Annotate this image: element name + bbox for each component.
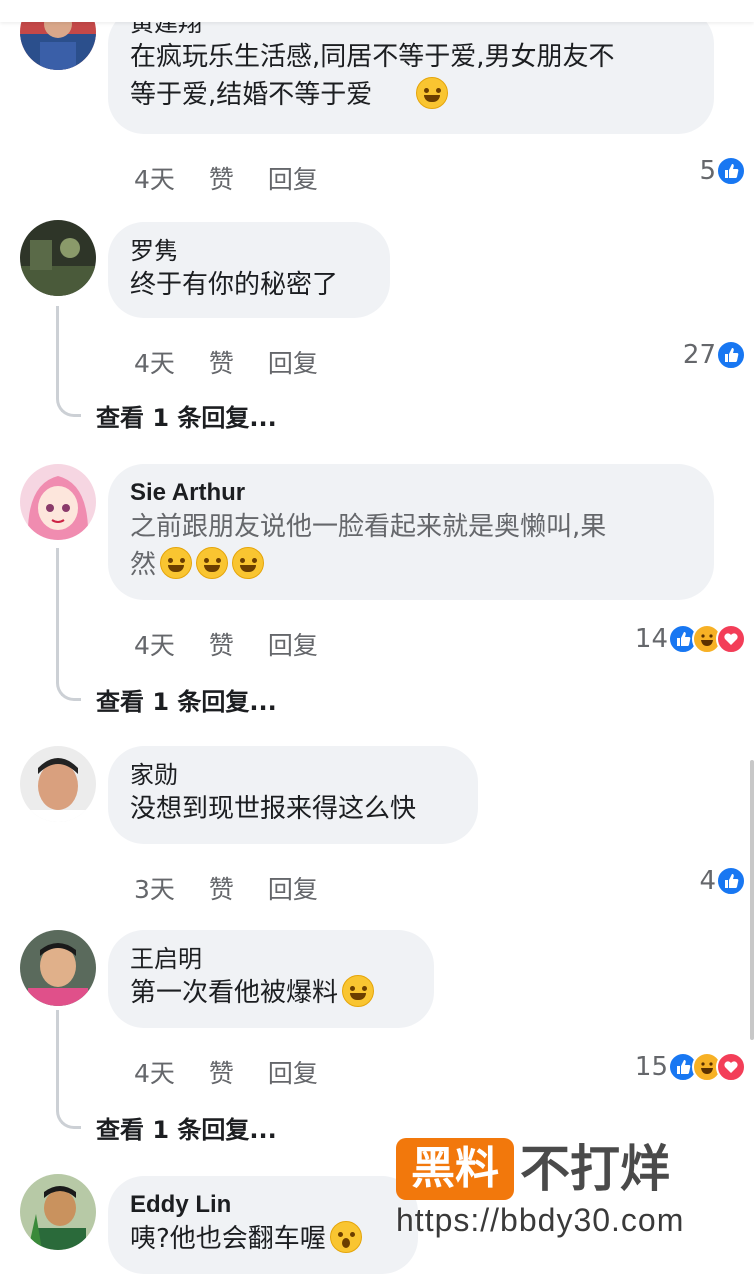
comment-author[interactable]: 王启明 xyxy=(130,944,410,974)
top-bar xyxy=(0,0,754,22)
comment-actions: 4天 赞 回复 xyxy=(134,344,318,380)
reaction-summary[interactable]: 14 xyxy=(635,624,746,654)
comment-bubble: 家勋 没想到现世报来得这么快 xyxy=(108,746,478,844)
reply-button[interactable]: 回复 xyxy=(268,870,318,906)
comment-time: 4天 xyxy=(134,631,175,660)
reaction-count: 15 xyxy=(634,1052,668,1082)
reaction-count: 14 xyxy=(634,624,668,654)
comment-text-line: 咦?他也会翻车喔 xyxy=(130,1224,326,1254)
comment-time: 4天 xyxy=(134,165,175,194)
reaction-summary[interactable]: 15 xyxy=(635,1052,746,1082)
reaction-count: 5 xyxy=(699,156,716,186)
love-reaction-icon xyxy=(716,624,746,654)
scrollbar[interactable] xyxy=(750,760,754,1040)
comment-actions: 4天 赞 回复 xyxy=(134,1054,318,1090)
comment-time: 4天 xyxy=(134,349,175,378)
comment-actions: 4天 赞 回复 xyxy=(134,626,318,662)
comment-time: 4天 xyxy=(134,1059,175,1088)
comment-bubble: 罗隽 终于有你的秘密了 xyxy=(108,222,390,318)
comment-text-line: 没想到现世报来得这么快 xyxy=(130,794,417,824)
reaction-summary[interactable]: 4 xyxy=(699,866,746,896)
reaction-count: 4 xyxy=(699,866,716,896)
like-button[interactable]: 赞 xyxy=(209,160,234,196)
watermark-badge: 黑料 xyxy=(396,1138,514,1200)
view-replies-link[interactable]: 查看 1 条回复... xyxy=(96,398,277,433)
astonished-face-emoji-icon xyxy=(329,1221,362,1253)
like-button[interactable]: 赞 xyxy=(209,870,234,906)
view-replies-link[interactable]: 查看 1 条回复... xyxy=(96,1110,277,1145)
avatar[interactable] xyxy=(20,464,96,540)
like-button[interactable]: 赞 xyxy=(209,344,234,380)
comment-text-line: 终于有你的秘密了 xyxy=(130,270,339,300)
watermark: 黑料 不打烊 https://bbdy30.com xyxy=(396,1138,726,1248)
like-button[interactable]: 赞 xyxy=(209,1054,234,1090)
comment-bubble: Eddy Lin 咦?他也会翻车喔 xyxy=(108,1176,418,1274)
avatar[interactable] xyxy=(20,1174,96,1250)
rofl-emoji-icon xyxy=(196,547,229,579)
comment-text-line: 之前跟朋友说他一脸看起来就是奥懒叫,果 xyxy=(130,512,607,542)
comment-bubble: Sie Arthur 之前跟朋友说他一脸看起来就是奥懒叫,果 然 xyxy=(108,464,714,600)
reaction-summary[interactable]: 27 xyxy=(683,340,746,370)
reply-thread-line xyxy=(56,1010,81,1129)
comment-bubble: 黄建翔 在疯玩乐生活感,同居不等于爱,男女朋友不 等于爱,结婚不等于爱 xyxy=(108,8,714,134)
comment-actions: 3天 赞 回复 xyxy=(134,870,318,906)
like-reaction-icon xyxy=(716,340,746,370)
comment-text-line: 在疯玩乐生活感,同居不等于爱,男女朋友不 xyxy=(130,42,615,72)
reply-button[interactable]: 回复 xyxy=(268,344,318,380)
love-reaction-icon xyxy=(716,1052,746,1082)
comment-text-line: 等于爱,结婚不等于爱 xyxy=(130,80,373,110)
comment-text-line: 然 xyxy=(130,550,157,580)
rofl-emoji-icon xyxy=(342,975,375,1007)
reply-thread-line xyxy=(56,548,81,701)
comment-time: 3天 xyxy=(134,875,175,904)
reply-thread-line xyxy=(56,306,81,417)
reply-button[interactable]: 回复 xyxy=(268,160,318,196)
avatar[interactable] xyxy=(20,220,96,296)
reaction-summary[interactable]: 5 xyxy=(699,156,746,186)
comment-author[interactable]: 罗隽 xyxy=(130,236,366,266)
avatar[interactable] xyxy=(20,930,96,1006)
comment-actions: 4天 赞 回复 xyxy=(134,160,318,196)
reply-button[interactable]: 回复 xyxy=(268,1054,318,1090)
view-replies-link[interactable]: 查看 1 条回复... xyxy=(96,682,277,717)
like-reaction-icon xyxy=(716,156,746,186)
reaction-count: 27 xyxy=(682,340,716,370)
like-reaction-icon xyxy=(716,866,746,896)
comment-bubble: 王启明 第一次看他被爆料 xyxy=(108,930,434,1028)
comment-author[interactable]: 家勋 xyxy=(130,760,454,790)
comment-author[interactable]: Eddy Lin xyxy=(130,1190,394,1220)
comment-text-line: 第一次看他被爆料 xyxy=(130,978,339,1008)
sleepy-face-emoji-icon xyxy=(416,77,449,109)
reply-button[interactable]: 回复 xyxy=(268,626,318,662)
watermark-url: https://bbdy30.com xyxy=(396,1202,685,1238)
avatar[interactable] xyxy=(20,746,96,822)
like-button[interactable]: 赞 xyxy=(209,626,234,662)
rofl-emoji-icon xyxy=(160,547,193,579)
rofl-emoji-icon xyxy=(232,547,265,579)
watermark-title: 不打烊 xyxy=(520,1140,670,1198)
comment-author[interactable]: Sie Arthur xyxy=(130,478,690,508)
